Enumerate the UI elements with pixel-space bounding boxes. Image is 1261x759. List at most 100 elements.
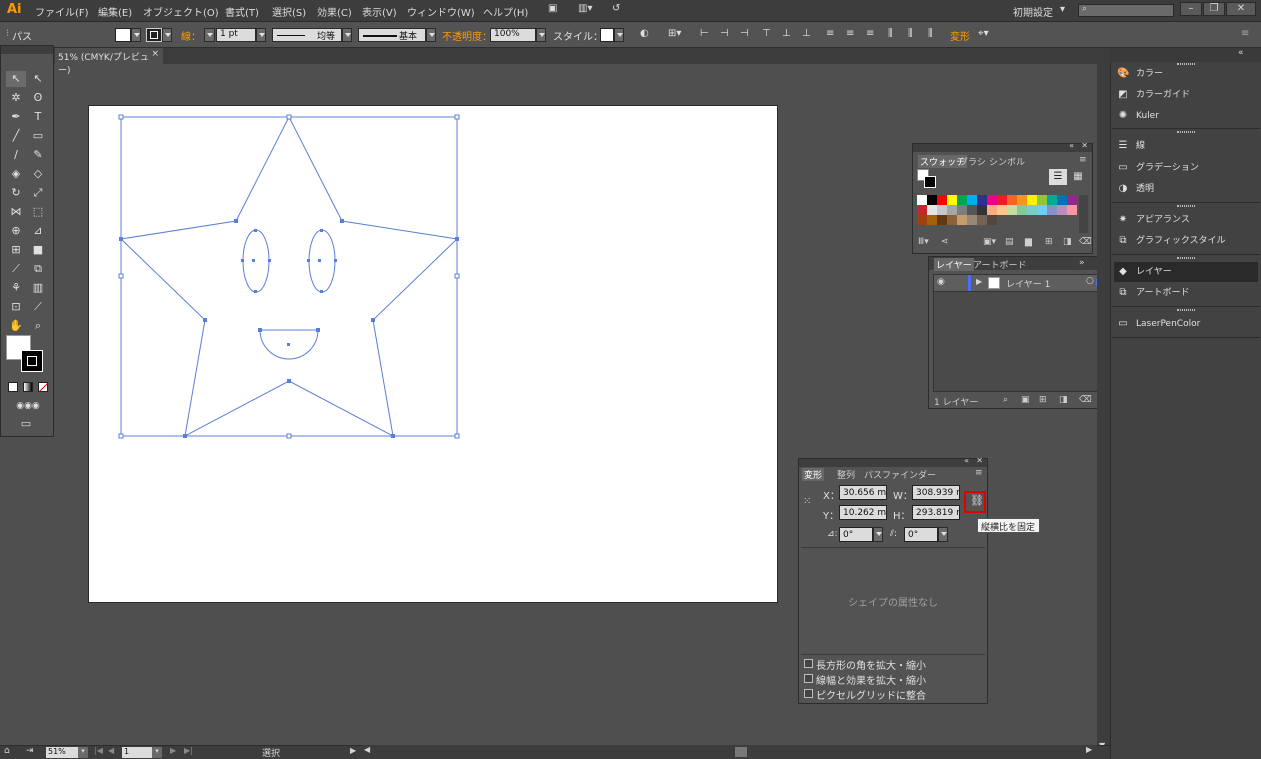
zoom-input[interactable]: 51% (46, 747, 78, 758)
eyedropper-tool-icon[interactable]: ⟋ (6, 261, 26, 277)
swatch-color[interactable] (987, 205, 997, 215)
stroke-color-swatch[interactable] (146, 28, 162, 42)
scroll-left-icon[interactable]: ◀ (364, 745, 370, 754)
h-input[interactable]: 293.819 mm (912, 505, 960, 520)
swatch-color[interactable] (977, 195, 987, 205)
variable-width-profile[interactable]: 均等 (272, 28, 342, 42)
dock-group-grip[interactable] (1177, 205, 1195, 207)
stroke-weight-stepper[interactable] (204, 28, 215, 42)
dock-item-appearance[interactable]: ✷ アピアランス (1114, 210, 1258, 230)
x-input[interactable]: 30.656 mm (839, 485, 887, 500)
slice-tool-icon[interactable]: ⟋ (28, 299, 48, 315)
vertical-scrollbar[interactable]: ▼ (1097, 64, 1110, 750)
tab-pathfinder[interactable]: パスファインダー (864, 468, 936, 481)
list-view-icon[interactable]: ☰ (1049, 169, 1067, 185)
distribute-vcenter-icon[interactable]: ≡ (846, 28, 854, 39)
swatch-color[interactable] (1057, 195, 1067, 205)
gradient-tool-icon[interactable]: ■ (28, 242, 48, 258)
swatch-color[interactable] (917, 195, 927, 205)
pixel-grid-checkbox[interactable] (804, 689, 813, 698)
rotate-tool-icon[interactable]: ↻ (6, 185, 26, 201)
scale-corners-checkbox[interactable] (804, 659, 813, 668)
dock-item-stroke[interactable]: ☰ 線 (1114, 136, 1258, 156)
fill-color-swatch[interactable] (115, 28, 131, 42)
restore-button[interactable]: ❐ (1203, 2, 1225, 16)
document-tab[interactable]: 51% (CMYK/プレビュー) × (55, 48, 163, 76)
transform-panel-header[interactable]: « ✕ (799, 456, 987, 467)
gpu-icon[interactable]: ↺ (612, 3, 620, 14)
dock-group-grip[interactable] (1177, 257, 1195, 259)
recolor-icon[interactable]: ◐ (640, 28, 649, 39)
expand-triangle-icon[interactable]: ▶ (976, 277, 982, 286)
stroke-color-box[interactable] (21, 350, 43, 372)
eye-icon[interactable]: ◉ (937, 277, 945, 287)
width-tool-icon[interactable]: ⋈ (6, 204, 26, 220)
opacity-input[interactable]: 100% (490, 28, 536, 42)
shape-builder-tool-icon[interactable]: ⊕ (6, 223, 26, 239)
close-icon[interactable]: ✕ (976, 456, 983, 465)
menu-view[interactable]: 表示(V) (362, 4, 397, 19)
thumbnail-view-icon[interactable]: ▦ (1069, 169, 1087, 185)
delete-swatch-icon[interactable]: ⌫ (1079, 237, 1092, 247)
swatch-color[interactable] (1057, 205, 1067, 215)
swatch-color[interactable] (947, 205, 957, 215)
share-icon[interactable]: ⇥ (26, 746, 34, 756)
selection-tool-icon[interactable]: ↖ (6, 71, 26, 87)
bridge-icon[interactable]: ▣ (548, 3, 557, 14)
swatch-options-icon[interactable]: ⋖ (941, 237, 949, 247)
distribute-right-icon[interactable]: ⫼ (928, 28, 933, 39)
swatch-color[interactable] (937, 205, 947, 215)
menu-type[interactable]: 書式(T) (225, 4, 259, 19)
expand-panels-icon[interactable]: « (1238, 48, 1244, 58)
swatch-color[interactable] (927, 205, 937, 215)
swatch-kinds-icon[interactable]: ▣▾ (983, 237, 996, 247)
artboard-dropdown[interactable]: ▾ (152, 747, 162, 758)
previous-artboard-icon[interactable]: ◀ (108, 746, 114, 755)
clipping-mask-icon[interactable]: ▣ (1021, 395, 1030, 405)
delete-layer-icon[interactable]: ⌫ (1079, 395, 1092, 405)
align-vcenter-icon[interactable]: ⊥ (782, 28, 791, 39)
status-menu-icon[interactable]: ▶ (350, 746, 356, 755)
swatch-color[interactable] (957, 205, 967, 215)
swatch-color[interactable] (997, 195, 1007, 205)
brush-definition[interactable]: 基本 (358, 28, 426, 42)
last-artboard-icon[interactable]: ▶| (184, 746, 193, 755)
swatch-color[interactable] (1007, 195, 1017, 205)
align-top-icon[interactable]: ⊤ (762, 28, 771, 39)
menu-select[interactable]: 選択(S) (272, 4, 306, 19)
swatch-color[interactable] (1027, 195, 1037, 205)
panel-menu-icon[interactable]: ≡ (975, 468, 983, 478)
align-bottom-icon[interactable]: ⊥ (802, 28, 811, 39)
stroke-weight-input[interactable]: 1 pt (216, 28, 256, 42)
transform-label[interactable]: 変形 (950, 28, 970, 43)
opacity-dropdown[interactable] (536, 28, 546, 42)
swatch-color[interactable] (947, 215, 957, 225)
menu-effect[interactable]: 効果(C) (317, 4, 352, 19)
none-mode-icon[interactable] (38, 382, 48, 392)
dock-item-kuler[interactable]: ✺ Kuler (1114, 106, 1258, 126)
align-hcenter-icon[interactable]: ⊣ (720, 28, 729, 39)
swatch-color[interactable] (967, 195, 977, 205)
fill-dropdown[interactable] (131, 28, 141, 42)
rotate-input[interactable]: 0° (839, 527, 873, 542)
color-mode-icon[interactable] (8, 382, 18, 392)
mesh-tool-icon[interactable]: ⊞ (6, 242, 26, 258)
arrange-documents-icon[interactable]: ▥▾ (578, 3, 592, 14)
perspective-grid-tool-icon[interactable]: ⊿ (28, 223, 48, 239)
profile-dropdown[interactable] (342, 28, 352, 42)
scroll-right-icon[interactable]: ▶ (1086, 745, 1092, 754)
tab-align[interactable]: 整列 (837, 468, 855, 481)
collapse-icon[interactable]: « (964, 456, 969, 465)
type-tool-icon[interactable]: T (28, 109, 48, 125)
locate-object-icon[interactable]: ⌕ (1003, 395, 1008, 405)
swatch-color[interactable] (947, 195, 957, 205)
new-layer-icon[interactable]: ◨ (1059, 395, 1068, 405)
dock-item-color[interactable]: 🎨 カラー (1114, 64, 1258, 84)
tab-transform[interactable]: 変形 (802, 468, 825, 481)
swatch-color[interactable] (967, 215, 977, 225)
distribute-hcenter-icon[interactable]: ⫼ (908, 28, 913, 39)
dock-item-gradient[interactable]: ▭ グラデーション (1114, 158, 1258, 178)
y-input[interactable]: 10.262 mm (839, 505, 887, 520)
align-left-icon[interactable]: ⊢ (700, 28, 709, 39)
distribute-left-icon[interactable]: ⫼ (888, 28, 893, 39)
